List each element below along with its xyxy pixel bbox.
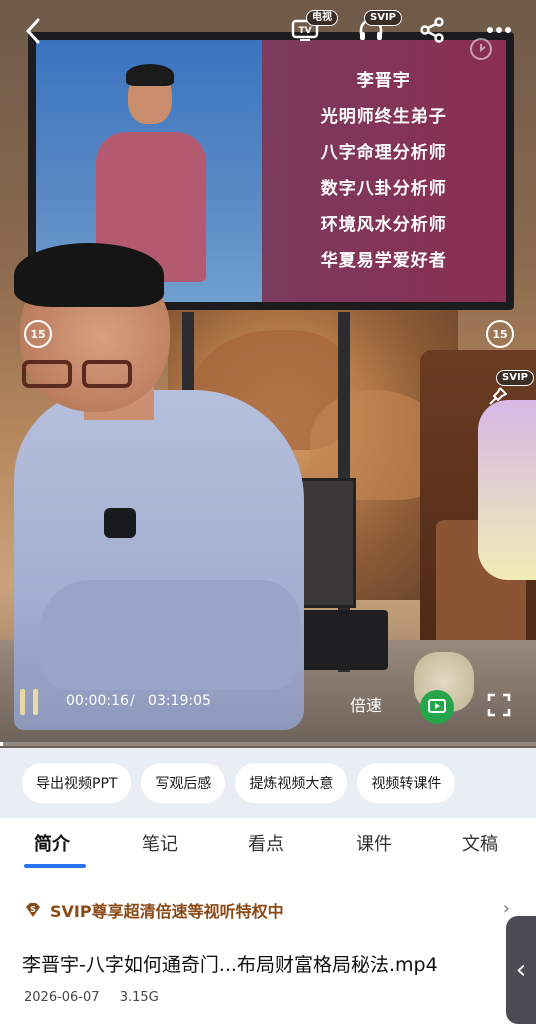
chevron-right-icon: › bbox=[502, 898, 510, 919]
skip-back-button[interactable]: 15 bbox=[24, 320, 52, 348]
tab-transcript[interactable]: 文稿 bbox=[462, 830, 498, 856]
slide-line: 八字命理分析师 bbox=[320, 143, 447, 163]
back-arrow-icon[interactable] bbox=[18, 16, 48, 46]
slide-line: 光明师终生弟子 bbox=[320, 107, 447, 127]
slide-line: 李晋宇 bbox=[356, 71, 411, 91]
tab-notes[interactable]: 笔记 bbox=[142, 830, 178, 856]
slide-line: 华夏易学爱好者 bbox=[320, 251, 447, 271]
slide-line: 数字八卦分析师 bbox=[320, 179, 447, 199]
summarize-button[interactable]: 提炼视频大意 bbox=[235, 763, 348, 803]
rotate-screen-button[interactable] bbox=[466, 34, 496, 64]
tab-highlights[interactable]: 看点 bbox=[248, 830, 284, 856]
share-icon bbox=[420, 17, 444, 43]
progress-fill bbox=[0, 742, 3, 746]
svip-badge: SVIP bbox=[364, 10, 402, 26]
side-panel-handle[interactable]: ‹ bbox=[506, 916, 536, 1024]
screen-record-button[interactable] bbox=[420, 690, 454, 724]
svip-letter: S bbox=[30, 905, 36, 914]
total-duration: 03:19:05 bbox=[148, 693, 211, 709]
tv-stand bbox=[182, 312, 194, 402]
pause-button[interactable] bbox=[14, 686, 44, 718]
svip-diamond-icon: S bbox=[26, 903, 40, 917]
video-to-courseware-button[interactable]: 视频转课件 bbox=[357, 763, 456, 803]
fullscreen-button[interactable] bbox=[484, 690, 514, 720]
lapel-mic bbox=[104, 508, 136, 538]
write-review-button[interactable]: 写观后感 bbox=[141, 763, 226, 803]
presenter-glasses bbox=[22, 360, 142, 390]
tv-badge: 电视 bbox=[306, 10, 338, 26]
screen-record-icon bbox=[428, 699, 446, 713]
fullscreen-icon bbox=[487, 693, 511, 717]
chevron-left-icon: ‹ bbox=[515, 955, 527, 985]
file-size: 3.15G bbox=[119, 990, 159, 1005]
presenter-arm bbox=[40, 580, 300, 690]
current-time: 00:00:16 bbox=[66, 693, 129, 709]
tab-intro[interactable]: 简介 bbox=[34, 830, 70, 856]
tab-bar: 简介 笔记 看点 课件 文稿 bbox=[0, 818, 536, 874]
svip-privilege-text: SVIP尊享超清倍速等视听特权中 bbox=[50, 902, 284, 921]
plush-toy bbox=[478, 400, 536, 580]
tab-active-indicator bbox=[24, 864, 86, 868]
skip-forward-label: 15 bbox=[492, 327, 508, 341]
phone-screen: 李晋宇 光明师终生弟子 八字命理分析师 数字八卦分析师 环境风水分析师 华夏易学… bbox=[0, 0, 536, 1024]
slide-line: 环境风水分析师 bbox=[320, 215, 447, 235]
svg-text:TV: TV bbox=[298, 26, 311, 36]
video-player[interactable]: 李晋宇 光明师终生弟子 八字命理分析师 数字八卦分析师 环境风水分析师 华夏易学… bbox=[0, 0, 536, 748]
speed-button[interactable]: 倍速 bbox=[350, 692, 382, 716]
file-meta: 2026-06-07 3.15G bbox=[24, 990, 175, 1005]
svip-privilege-row[interactable]: S SVIP尊享超清倍速等视听特权中 › bbox=[24, 898, 516, 922]
glasses-lens bbox=[82, 360, 132, 388]
upload-date: 2026-06-07 bbox=[24, 990, 100, 1005]
share-button[interactable] bbox=[418, 16, 446, 44]
video-filename: 李晋宇-八字如何通奇门...布局财富格局秘法.mp4 bbox=[22, 954, 438, 976]
rotate-icon bbox=[470, 38, 492, 60]
pin-button[interactable] bbox=[486, 384, 510, 408]
ai-tools-row: 导出视频PPT 写观后感 提炼视频大意 视频转课件 bbox=[0, 748, 536, 818]
progress-bar[interactable] bbox=[0, 742, 536, 746]
skip-forward-button[interactable]: 15 bbox=[486, 320, 514, 348]
glasses-lens bbox=[22, 360, 72, 388]
more-dots-icon bbox=[487, 27, 511, 33]
slide-text-panel: 李晋宇 光明师终生弟子 八字命理分析师 数字八卦分析师 环境风水分析师 华夏易学… bbox=[262, 40, 506, 302]
time-separator: / bbox=[130, 693, 135, 709]
pin-icon bbox=[489, 387, 507, 405]
skip-back-label: 15 bbox=[30, 327, 46, 341]
tab-courseware[interactable]: 课件 bbox=[356, 830, 392, 856]
slide-person-hair bbox=[126, 64, 174, 86]
pause-icon bbox=[20, 689, 38, 715]
export-ppt-button[interactable]: 导出视频PPT bbox=[22, 763, 132, 803]
presenter-hair bbox=[14, 243, 164, 307]
